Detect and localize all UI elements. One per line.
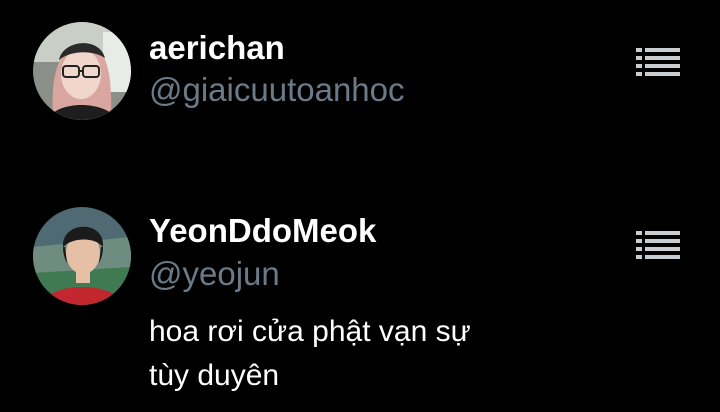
username-handle: @giaicuutoanhoc bbox=[149, 71, 405, 108]
profile-photo-girl-glasses bbox=[33, 22, 131, 120]
list-menu-icon bbox=[636, 48, 680, 76]
profile-photo-boy-red-shirt bbox=[33, 207, 131, 305]
account-row-yeonddomeok[interactable]: YeonDdoMeok @yeojun hoa rơi cửa phật vạn… bbox=[0, 207, 720, 407]
username-handle: @yeojun bbox=[149, 255, 280, 292]
avatar[interactable] bbox=[33, 22, 131, 120]
account-row-aerichan[interactable]: aerichan @giaicuutoanhoc bbox=[0, 22, 720, 132]
bio-line: hoa rơi cửa phật vạn sự bbox=[149, 315, 471, 348]
list-menu-button[interactable] bbox=[630, 225, 686, 265]
display-name[interactable]: YeonDdoMeok bbox=[149, 211, 376, 251]
avatar[interactable] bbox=[33, 207, 131, 305]
list-menu-button[interactable] bbox=[630, 42, 686, 82]
bio: hoa rơi cửa phật vạn sự tùy duyên bbox=[149, 310, 619, 398]
list-menu-icon bbox=[636, 231, 680, 259]
display-name[interactable]: aerichan bbox=[149, 28, 285, 68]
bio-line: tùy duyên bbox=[149, 359, 280, 392]
